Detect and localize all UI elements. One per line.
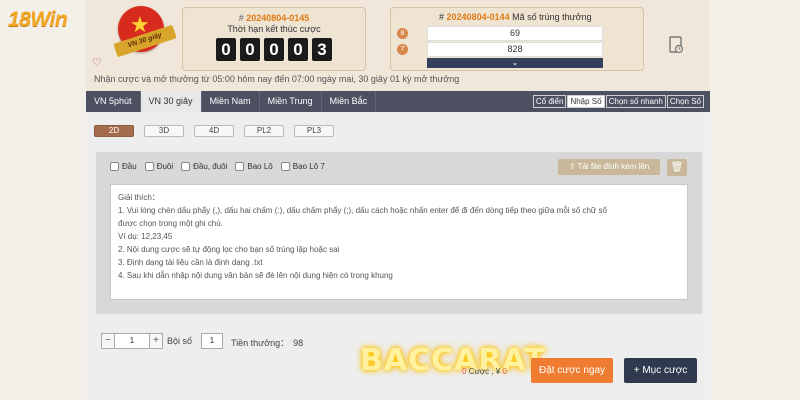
rank-ball: 7 — [397, 44, 408, 55]
countdown-digit: 0 — [288, 38, 308, 61]
subtab-pl2[interactable]: PL2 — [244, 125, 284, 137]
option-bao-lo[interactable]: Bao Lô — [235, 162, 273, 171]
decrement-button[interactable]: − — [101, 333, 115, 349]
last-draw-title: # 20240804-0144 Mã số trúng thưởng — [439, 12, 592, 22]
instruction-line: Giải thích： — [118, 193, 160, 202]
left-band — [0, 0, 86, 400]
checkbox[interactable] — [144, 162, 154, 171]
winning-number-row: 69 — [427, 26, 603, 41]
schedule-info: Nhận cược và mở thưởng từ 05:00 hôm nay … — [94, 74, 460, 84]
result-panel: # 20240804-0144 Mã số trúng thưởng 8 69 … — [390, 7, 644, 71]
numbers-textarea[interactable]: Giải thích： 1. Vui lòng chèn dấu phẩy (,… — [110, 184, 688, 300]
tab-mien-bac[interactable]: Miền Bắc — [322, 91, 377, 112]
watermark-text: BACCARAT — [360, 343, 546, 378]
option-dau[interactable]: Đầu — [110, 162, 137, 171]
instruction-line: 4. Sau khi dẫn nhập nội dung văn bản sẽ … — [118, 271, 393, 280]
prize-info: Tiền thưởng： 98 — [231, 338, 304, 348]
upload-file-button[interactable]: ⇪ Tải file đính kèm lên — [558, 159, 660, 175]
chevron-down-icon[interactable]: ⌄ — [427, 58, 603, 68]
bet-type-options: Đầu Đuôi Đầu, đuôi Bao Lô Bao Lô 7 — [110, 162, 325, 171]
instruction-line: Ví dụ: 12,23,45 — [118, 232, 173, 241]
instruction-line: 3. Định dạng tài liệu cần là định dạng .… — [118, 258, 263, 267]
checkbox[interactable] — [280, 162, 290, 171]
subtab-2d[interactable]: 2D — [94, 125, 134, 137]
subtab-pl3[interactable]: PL3 — [294, 125, 334, 137]
tab-vn-30-giay[interactable]: VN 30 giây — [140, 91, 202, 112]
bet-summary: 0 Cược , ¥ 0 — [462, 367, 507, 376]
current-draw-title: # 20240804-0145 — [238, 13, 310, 23]
countdown-label: Thời hạn kết thúc cược — [227, 24, 321, 34]
instruction-line: được chọn trong một ghi chú. — [118, 219, 223, 228]
countdown-digit: 3 — [312, 38, 332, 61]
mode-pick-number[interactable]: Chọn Số — [666, 95, 704, 108]
checkbox[interactable] — [110, 162, 119, 171]
instruction-line: 1. Vui lòng chèn dấu phẩy (,), dấu hai c… — [118, 206, 607, 215]
mode-classic[interactable]: Cổ điển — [532, 95, 567, 108]
instruction-line: 2. Nội dung cược sẽ tự động lọc cho bạn … — [118, 245, 340, 254]
multiplier-input[interactable]: 1 — [201, 333, 223, 349]
digit-type-tabs: 2D 3D 4D PL2 PL3 — [94, 125, 334, 137]
prize-value: 98 — [293, 338, 304, 348]
brand-logo[interactable]: 18Win — [8, 8, 68, 32]
countdown-digits: 0 0 0 0 3 — [183, 38, 365, 61]
countdown-digit: 0 — [240, 38, 260, 61]
tab-mien-trung[interactable]: Miền Trung — [260, 91, 322, 112]
upload-icon: ⇪ — [568, 162, 578, 171]
heart-icon[interactable]: ♡ — [92, 56, 102, 69]
rank-ball: 8 — [397, 28, 408, 39]
trash-icon[interactable]: 🗑 — [667, 159, 687, 176]
add-bet-item-button[interactable]: + Mục cược — [624, 358, 697, 383]
checkbox[interactable] — [235, 162, 245, 171]
checkbox[interactable] — [181, 162, 191, 171]
current-draw-number: 20240804-0145 — [246, 13, 310, 23]
multiplier-label: Bội số — [167, 336, 193, 346]
mode-quick-pick[interactable]: Chọn số nhanh — [605, 95, 666, 108]
game-badge: ★ VN 30 giây — [108, 6, 178, 64]
tab-mien-nam[interactable]: Miền Nam — [202, 91, 260, 112]
last-draw-label: Mã số trúng thưởng — [512, 12, 592, 22]
subtab-4d[interactable]: 4D — [194, 125, 234, 137]
subtab-3d[interactable]: 3D — [144, 125, 184, 137]
winning-number-row: 828 — [427, 42, 603, 57]
option-duoi[interactable]: Đuôi — [144, 162, 173, 171]
mode-switch: Cổ điển Nhập Số Chọn số nhanh Chọn Số — [532, 95, 704, 108]
last-draw-number: 20240804-0144 — [446, 12, 510, 22]
option-bao-lo-7[interactable]: Bao Lô 7 — [280, 162, 325, 171]
countdown-panel: # 20240804-0145 Thời hạn kết thúc cược 0… — [182, 7, 366, 71]
unit-input[interactable]: 1 — [115, 333, 149, 349]
place-bet-button[interactable]: Đặt cược ngay — [531, 358, 613, 383]
mode-enter-number[interactable]: Nhập Số — [567, 95, 605, 108]
option-dau-duoi[interactable]: Đầu, đuôi — [181, 162, 227, 171]
tab-vn-5phut[interactable]: VN 5phút — [86, 91, 141, 112]
right-band — [710, 0, 800, 400]
increment-button[interactable]: + — [149, 333, 163, 349]
countdown-digit: 0 — [216, 38, 236, 61]
countdown-digit: 0 — [264, 38, 284, 61]
unit-stepper: − 1 + — [101, 333, 163, 349]
region-tab-bar: VN 5phút VN 30 giây Miền Nam Miền Trung … — [86, 91, 710, 112]
document-icon[interactable] — [668, 36, 686, 54]
